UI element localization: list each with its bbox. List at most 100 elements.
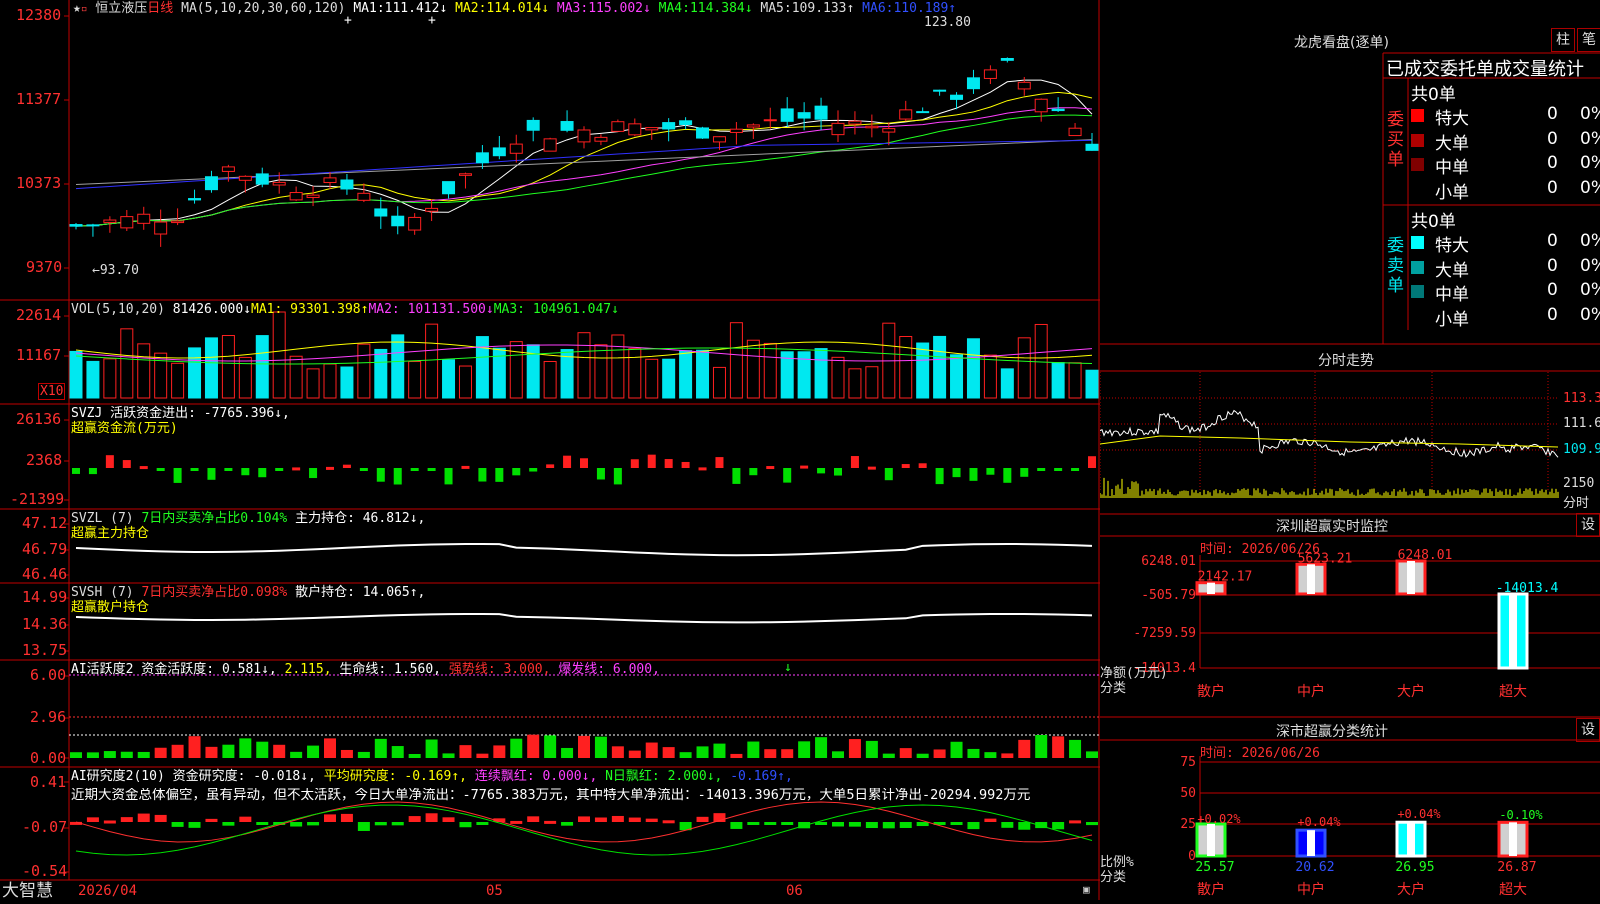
color-swatch — [1411, 285, 1424, 298]
vol-bar — [509, 341, 523, 399]
vol-bar — [391, 334, 405, 399]
svzj-bar — [275, 468, 284, 471]
star-icon[interactable]: ★ — [73, 1, 81, 16]
fenshi-ytick-2: 111.6 — [1563, 416, 1600, 431]
sz-monitor-settings-button[interactable]: 设 — [1576, 513, 1600, 537]
row-count: 0 — [1547, 280, 1558, 300]
candle-body — [966, 77, 980, 90]
vol-title: VOL(5,10,20) 81426.000↓MA1: 93301.398↑MA… — [71, 302, 619, 317]
vol-bar — [645, 358, 659, 399]
svzj-bar — [512, 468, 521, 476]
x-axis-label: 分类 — [1100, 681, 1126, 696]
svzj-bar — [935, 468, 944, 485]
bar-2[interactable] — [1395, 820, 1427, 858]
sz-class-chart[interactable]: 755025025.57散户20.62中户26.95大户26.87超大比例%分类… — [1100, 740, 1600, 900]
candle-body — [882, 128, 896, 133]
candle-body — [425, 207, 439, 212]
row-count: 0 — [1547, 104, 1558, 124]
vol-bar — [696, 349, 710, 399]
brand-label[interactable]: 大智慧 — [2, 882, 53, 900]
sell-label: 委卖单 — [1387, 236, 1404, 296]
svzj-bar — [986, 468, 995, 475]
ai1-bar — [798, 741, 811, 758]
main-chart-area[interactable]: 12380 11377 10373 9370 22614 11167 X10 2… — [0, 0, 1100, 900]
vol-bar — [814, 348, 828, 399]
ai1-bar — [933, 749, 946, 758]
bar-1[interactable] — [1295, 828, 1327, 858]
ai2-bar — [408, 816, 421, 822]
vol-bar — [103, 358, 117, 399]
ma2-value: 114.014↓ — [486, 1, 550, 16]
svzj-bar — [156, 468, 165, 471]
ai1-bar — [764, 749, 777, 758]
svzj-title: SVZJ 活跃资金进出: -7765.396↓, — [71, 406, 290, 421]
tick-mode-button[interactable]: 笔 — [1577, 28, 1600, 52]
ai2-bar — [239, 816, 252, 822]
ai1-bar — [188, 736, 201, 758]
ai1-strong: 强势线: 3.000, — [448, 662, 551, 677]
svzj-bar — [800, 465, 809, 469]
bar-1[interactable] — [1295, 562, 1327, 596]
svsh-value: 散户持仓: 14.065↑, — [295, 585, 426, 600]
stock-name[interactable]: 恒立液压 — [95, 1, 147, 16]
ai1-bar — [984, 752, 997, 758]
ai2-bar — [848, 822, 861, 827]
bar-3[interactable] — [1497, 592, 1529, 670]
svzj-bar — [952, 468, 961, 478]
ai1-bar — [154, 747, 167, 758]
k-ytick-2: 11377 — [16, 90, 62, 108]
buy-label: 委买单 — [1387, 110, 1404, 170]
ai1-bar — [527, 734, 540, 758]
stock-chart-svg[interactable] — [0, 0, 1100, 900]
candle-body — [1051, 108, 1065, 112]
y-tick-label: 25 — [1180, 817, 1196, 832]
row-label: 特大 — [1435, 109, 1469, 129]
bar-value-label: 26.95 — [1395, 860, 1434, 875]
lock-icon[interactable]: ▣ — [1083, 882, 1090, 897]
svzj-bar — [817, 468, 826, 474]
candle-body — [831, 122, 845, 136]
bar-highlight — [1407, 822, 1415, 856]
candle-body — [526, 119, 540, 131]
ai1-bar — [205, 746, 218, 758]
ma-prefix: MA(5,10,20,30,60,120) — [181, 1, 346, 16]
svzj-bar — [1020, 468, 1029, 477]
candle-body — [679, 120, 693, 125]
ai1-bar — [645, 742, 658, 758]
bar-mode-button[interactable]: 柱 — [1551, 28, 1575, 52]
svzj-bar — [393, 468, 402, 485]
row-count: 0 — [1547, 304, 1558, 325]
bar-2[interactable] — [1395, 559, 1427, 596]
lhb-title: 龙虎看盘(逐单) — [1294, 35, 1389, 51]
ai2-ytick-1: 0.41 — [30, 773, 67, 791]
svzj-bar — [72, 468, 80, 474]
vol-bar — [729, 322, 743, 399]
svzj-bar — [376, 468, 385, 482]
vol-bar — [255, 335, 269, 399]
period-label[interactable]: 日线 — [147, 1, 173, 16]
svzj-bar — [478, 468, 487, 482]
color-swatch — [1411, 133, 1424, 147]
sz-class-settings-button[interactable]: 设 — [1576, 718, 1600, 742]
sz-monitor-chart[interactable]: 6248.01 -505.79 -7259.59 -14013.4 2142.17 散户 5… — [1100, 536, 1600, 716]
fenshi-chart[interactable] — [1100, 372, 1600, 512]
bar-0[interactable] — [1195, 822, 1227, 858]
candle-body — [1085, 143, 1099, 151]
vol-unit-box[interactable]: X10 — [38, 383, 66, 400]
row-count: 0 — [1547, 128, 1558, 149]
lhb-row: 小单 0 0% — [1411, 304, 1600, 330]
svzj-bar — [1037, 468, 1046, 471]
ai1-bar — [916, 753, 929, 758]
bar-3[interactable] — [1497, 820, 1529, 858]
svzj-bar — [241, 468, 250, 476]
svzj-bar — [427, 468, 436, 471]
ma5-label: MA5: — [760, 1, 792, 16]
svzj-bar — [105, 455, 114, 468]
svzj-bar — [326, 466, 334, 470]
row-count: 0 — [1547, 255, 1558, 276]
candle-body — [950, 94, 964, 100]
svzj-bar — [563, 455, 572, 468]
svzj-bar — [410, 468, 419, 471]
candle-body — [103, 219, 117, 223]
vol-prefix: VOL(5,10,20) — [71, 302, 165, 317]
